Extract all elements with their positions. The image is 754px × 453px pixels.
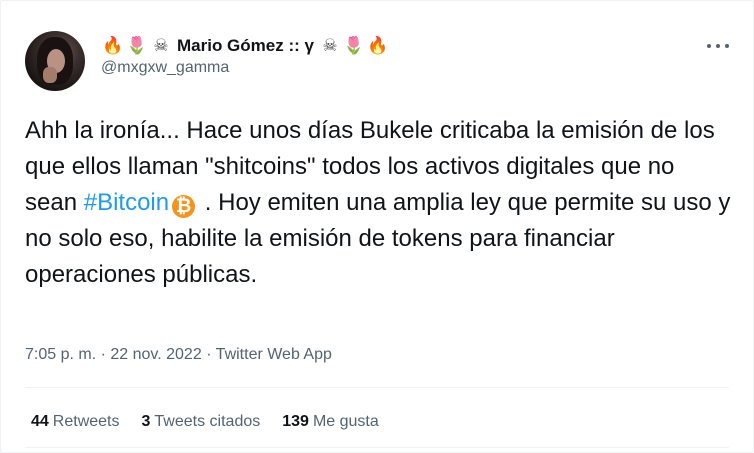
skull-emoji-icon: ☠: [153, 36, 169, 56]
dot: [716, 44, 720, 48]
user-handle[interactable]: @mxgxw_gamma: [101, 58, 390, 78]
tweet-date: 22 nov. 2022: [110, 346, 202, 363]
tweet-meta: 7:05 p. m. · 22 nov. 2022 · Twitter Web …: [25, 344, 332, 366]
avatar-hand: [43, 67, 57, 83]
dot: [725, 44, 729, 48]
tweet-source-link[interactable]: Twitter Web App: [216, 346, 332, 363]
tweet-text: Ahh la ironía... Hace unos días Bukele c…: [25, 113, 731, 293]
avatar[interactable]: [25, 31, 85, 91]
tweet-time: 7:05 p. m.: [25, 346, 97, 363]
tweet-time-link[interactable]: 7:05 p. m. · 22 nov. 2022: [25, 346, 202, 363]
tulip-emoji-icon: 🌷: [343, 36, 365, 56]
divider: [25, 447, 729, 448]
retweets-label: Retweets: [52, 413, 120, 430]
tweet-card: 🔥 🌷 ☠ Mario Gómez :: γ ☠ 🌷 🔥 @mxgxw_gamm…: [0, 0, 754, 453]
likes-stat[interactable]: 139 Me gusta: [282, 411, 379, 433]
bitcoin-icon: ₿: [172, 195, 196, 218]
retweets-count: 44: [31, 413, 49, 430]
tulip-emoji-icon: 🌷: [126, 36, 148, 56]
meta-separator: ·: [206, 346, 212, 363]
tweet-stats: 44 Retweets 3 Tweets citados 139 Me gusta: [31, 411, 401, 433]
likes-label: Me gusta: [312, 413, 379, 430]
more-dots-icon[interactable]: [707, 37, 729, 55]
fire-emoji-icon: 🔥: [102, 36, 124, 56]
display-name-text: Mario Gómez :: γ: [177, 36, 314, 55]
dot: [707, 44, 711, 48]
quotes-label: Tweets citados: [154, 413, 261, 430]
skull-emoji-icon: ☠: [322, 36, 338, 56]
divider: [25, 387, 729, 388]
quotes-stat[interactable]: 3 Tweets citados: [142, 411, 261, 433]
tweet-header: 🔥 🌷 ☠ Mario Gómez :: γ ☠ 🌷 🔥 @mxgxw_gamm…: [25, 31, 735, 91]
fire-emoji-icon: 🔥: [367, 36, 389, 56]
meta-separator: ·: [100, 346, 106, 363]
retweets-stat[interactable]: 44 Retweets: [31, 411, 120, 433]
user-names: 🔥 🌷 ☠ Mario Gómez :: γ ☠ 🌷 🔥 @mxgxw_gamm…: [101, 35, 390, 78]
likes-count: 139: [282, 413, 309, 430]
display-name[interactable]: 🔥 🌷 ☠ Mario Gómez :: γ ☠ 🌷 🔥: [101, 35, 390, 57]
bitcoin-hashtag-link[interactable]: #Bitcoin: [84, 189, 169, 216]
quotes-count: 3: [141, 413, 151, 430]
